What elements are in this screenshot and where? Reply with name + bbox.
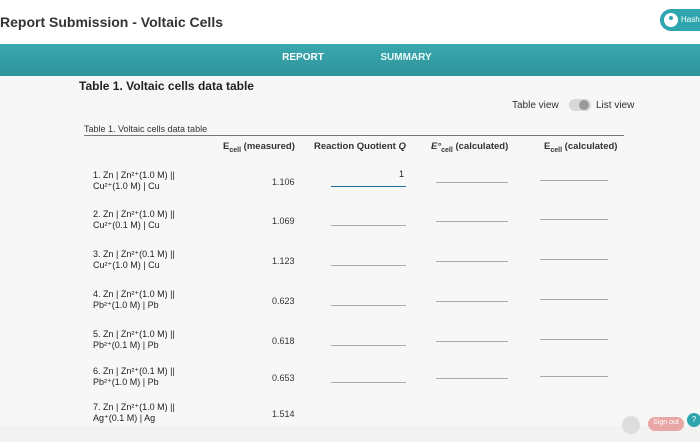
ecell-calculated-input[interactable] — [540, 219, 608, 220]
cell-label: 4. Zn | Zn²⁺(1.0 M) || Pb²⁺(1.0 M) | Pb — [93, 289, 175, 310]
tab-bar: REPORT SUMMARY — [0, 44, 700, 79]
ecell-calculated-input[interactable] — [540, 339, 608, 340]
caption-divider — [84, 135, 624, 136]
page-title: Report Submission - Voltaic Cells — [0, 14, 224, 30]
col-reaction-quotient: Reaction Quotient Q — [314, 141, 406, 152]
reaction-quotient-input[interactable] — [331, 209, 406, 226]
ecell-measured-value: 1.514 — [272, 409, 295, 419]
reaction-quotient-input[interactable] — [331, 289, 406, 306]
cell-label: 3. Zn | Zn²⁺(0.1 M) || Cu²⁺(1.0 M) | Cu — [93, 249, 175, 270]
reaction-quotient-input[interactable] — [331, 329, 406, 346]
e0-calculated-input[interactable] — [436, 378, 508, 379]
ecell-measured-value: 1.069 — [272, 216, 295, 226]
table-row: 1. Zn | Zn²⁺(1.0 M) || Cu²⁺(1.0 M) | Cu 1… — [0, 169, 700, 210]
dock-button[interactable] — [622, 416, 640, 434]
col-e0-calculated: E°cell (calculated) — [431, 141, 509, 154]
user-menu[interactable]: Hash — [660, 9, 700, 31]
e0-calculated-input[interactable] — [436, 221, 508, 222]
ecell-calculated-input[interactable] — [540, 259, 608, 260]
table-row: 7. Zn | Zn²⁺(1.0 M) || Ag⁺(0.1 M) | Ag 1.… — [0, 402, 700, 442]
report-content: Table 1. Voltaic cells data table Table … — [0, 76, 700, 426]
cell-label: 6. Zn | Zn²⁺(0.1 M) || Pb²⁺(1.0 M) | Pb — [93, 366, 175, 387]
table-row: 3. Zn | Zn²⁺(0.1 M) || Cu²⁺(1.0 M) | Cu 1… — [0, 249, 700, 289]
ecell-calculated-input[interactable] — [540, 299, 608, 300]
col-ecell-calculated: Ecell (calculated) — [544, 141, 618, 154]
cell-label: 2. Zn | Zn²⁺(1.0 M) || Cu²⁺(0.1 M) | Cu — [93, 209, 175, 230]
ecell-measured-value: 1.106 — [272, 177, 295, 187]
table-row: 4. Zn | Zn²⁺(1.0 M) || Pb²⁺(1.0 M) | Pb 0… — [0, 289, 700, 329]
ecell-measured-value: 0.618 — [272, 336, 295, 346]
cell-label: 7. Zn | Zn²⁺(1.0 M) || Ag⁺(0.1 M) | Ag — [93, 402, 175, 423]
e0-calculated-input[interactable] — [436, 182, 508, 183]
tab-report[interactable]: REPORT — [250, 44, 356, 79]
ecell-calculated-input[interactable] — [540, 376, 608, 377]
table-row: 5. Zn | Zn²⁺(1.0 M) || Pb²⁺(0.1 M) | Pb 0… — [0, 329, 700, 369]
signout-button[interactable]: Sign out — [648, 417, 684, 431]
ecell-calculated-input[interactable] — [540, 180, 608, 181]
list-view-label[interactable]: List view — [596, 100, 634, 111]
cell-label: 1. Zn | Zn²⁺(1.0 M) || Cu²⁺(1.0 M) | Cu — [93, 170, 175, 191]
ecell-measured-value: 0.653 — [272, 373, 295, 383]
user-name: Hash — [681, 15, 700, 24]
e0-calculated-input[interactable] — [436, 341, 508, 342]
user-circle-icon — [664, 13, 678, 27]
help-icon[interactable]: ? — [687, 413, 700, 427]
reaction-quotient-input[interactable] — [331, 366, 406, 383]
section-title: Table 1. Voltaic cells data table — [79, 79, 254, 93]
table-row: 2. Zn | Zn²⁺(1.0 M) || Cu²⁺(0.1 M) | Cu 1… — [0, 209, 700, 249]
ecell-measured-value: 1.123 — [272, 256, 295, 266]
table-row: 6. Zn | Zn²⁺(0.1 M) || Pb²⁺(1.0 M) | Pb 0… — [0, 366, 700, 406]
tab-summary[interactable]: SUMMARY — [356, 44, 456, 76]
reaction-quotient-input[interactable]: 1 — [331, 169, 406, 187]
e0-calculated-input[interactable] — [436, 301, 508, 302]
top-bar: Report Submission - Voltaic Cells Hash — [0, 0, 700, 45]
view-switch[interactable] — [569, 99, 591, 111]
e0-calculated-input[interactable] — [436, 261, 508, 262]
ecell-measured-value: 0.623 — [272, 296, 295, 306]
cell-label: 5. Zn | Zn²⁺(1.0 M) || Pb²⁺(0.1 M) | Pb — [93, 329, 175, 350]
reaction-quotient-input[interactable] — [331, 249, 406, 266]
table-view-label[interactable]: Table view — [512, 100, 559, 111]
col-ecell-measured: Ecell (measured) — [223, 141, 295, 154]
table-caption: Table 1. Voltaic cells data table — [84, 124, 208, 134]
